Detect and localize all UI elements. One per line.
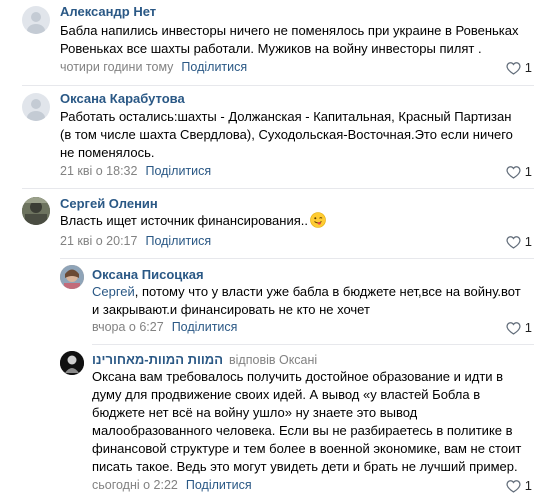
like-count: 1 <box>524 234 532 249</box>
comment-meta: сьогодні о 2:22 Поділитися <box>92 478 252 492</box>
comment-meta: чотири години тому Поділитися <box>60 60 247 74</box>
heart-outline-icon <box>506 479 521 493</box>
comment-time[interactable]: вчора о 6:27 <box>92 320 164 334</box>
comment-time[interactable]: сьогодні о 2:22 <box>92 478 178 492</box>
separator <box>22 85 534 86</box>
like-count: 1 <box>524 478 532 493</box>
like-button[interactable]: 1 <box>506 478 532 493</box>
winking-tongue-emoji-icon <box>310 212 326 228</box>
share-link[interactable]: Поділитися <box>145 164 211 178</box>
like-button[interactable]: 1 <box>506 164 532 179</box>
comment-meta: 21 кві о 18:32 Поділитися <box>60 164 211 178</box>
share-link[interactable]: Поділитися <box>186 478 252 492</box>
avatar[interactable] <box>22 6 50 34</box>
comment-meta: 21 кві о 20:17 Поділитися <box>60 234 211 248</box>
comment-text: Бабла напились инвесторы ничего не помен… <box>60 23 519 56</box>
avatar[interactable] <box>22 93 50 121</box>
comment-time[interactable]: чотири години тому <box>60 60 173 74</box>
separator <box>22 188 534 189</box>
comment-author[interactable]: Сергей Оленин <box>60 196 158 211</box>
reply-to-link[interactable]: відповів Оксані <box>229 353 317 367</box>
comment-author[interactable]: המוות המוות-מאחורינו відповів Оксані <box>92 352 317 367</box>
comment-text: Работать остались:шахты - Должанская - К… <box>60 109 513 160</box>
share-link[interactable]: Поділитися <box>172 320 238 334</box>
heart-outline-icon <box>506 165 521 179</box>
separator <box>60 258 534 259</box>
comment-text: Оксана вам требовалось получить достойно… <box>92 369 522 474</box>
comment-text: Сергей, потому что у власти уже бабла в … <box>92 284 521 317</box>
mention-link[interactable]: Сергей <box>92 284 135 299</box>
comment-author[interactable]: Оксана Карабутова <box>60 91 185 106</box>
like-count: 1 <box>524 320 532 335</box>
like-button[interactable]: 1 <box>506 234 532 249</box>
like-button[interactable]: 1 <box>506 60 532 75</box>
comment-author[interactable]: Оксана Писоцкая <box>92 267 204 282</box>
avatar[interactable] <box>60 265 84 289</box>
like-button[interactable]: 1 <box>506 320 532 335</box>
comment-text: Власть ищет источник финансирования.. <box>60 212 540 230</box>
share-link[interactable]: Поділитися <box>181 60 247 74</box>
comment-time[interactable]: 21 кві о 18:32 <box>60 164 137 178</box>
like-count: 1 <box>524 60 532 75</box>
share-link[interactable]: Поділитися <box>145 234 211 248</box>
comment-meta: вчора о 6:27 Поділитися <box>92 320 237 334</box>
avatar[interactable] <box>22 197 50 225</box>
like-count: 1 <box>524 164 532 179</box>
separator <box>92 344 534 345</box>
heart-outline-icon <box>506 235 521 249</box>
heart-outline-icon <box>506 61 521 75</box>
heart-outline-icon <box>506 321 521 335</box>
comment-time[interactable]: 21 кві о 20:17 <box>60 234 137 248</box>
avatar[interactable] <box>60 351 84 375</box>
comment-author[interactable]: Александр Нет <box>60 4 156 19</box>
